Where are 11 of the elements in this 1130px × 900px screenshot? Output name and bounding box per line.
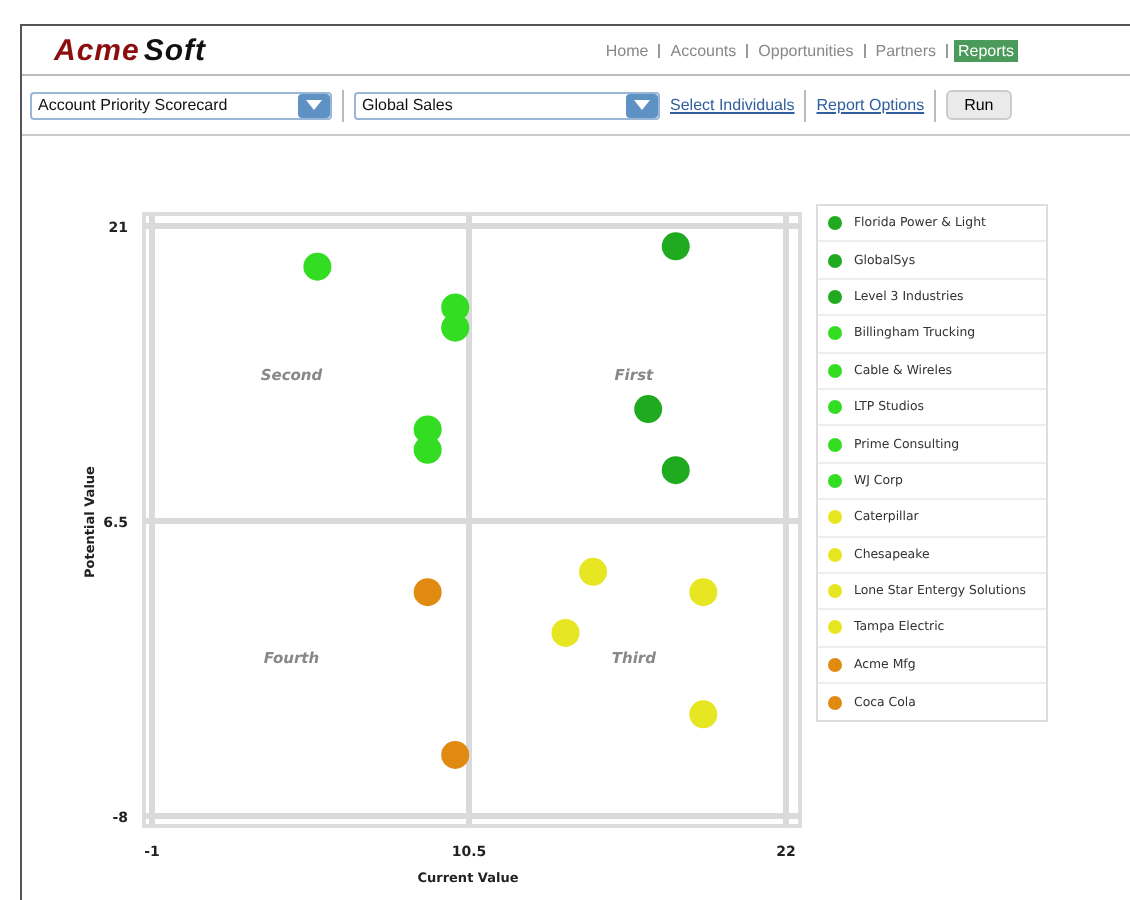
nav-link[interactable]: Home (601, 39, 653, 61)
scope-dropdown[interactable]: Global Sales (354, 91, 660, 119)
nav-link[interactable]: Accounts (666, 39, 741, 61)
toolbar-link[interactable]: Select Individuals (670, 96, 795, 114)
nav-link[interactable]: Reports (953, 39, 1018, 61)
report-dropdown[interactable]: Account Priority Scorecard (30, 91, 332, 119)
nav-link[interactable]: Opportunities (754, 39, 858, 61)
nav-link[interactable]: Partners (871, 39, 940, 61)
logo: AcmeSoft (54, 33, 207, 67)
run-button[interactable]: Run (946, 90, 1012, 120)
toolbar-link[interactable]: Report Options (816, 96, 925, 114)
